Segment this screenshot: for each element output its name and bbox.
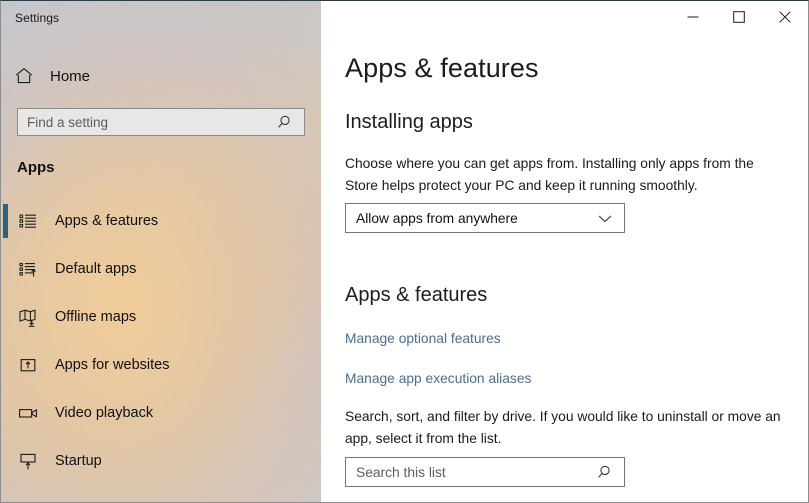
home-label: Home [50,67,91,85]
search-placeholder: Find a setting [27,114,109,130]
sidebar-group-title: Apps [17,159,55,176]
list-arrow-icon [17,258,39,280]
installing-apps-heading: Installing apps [345,111,473,133]
window-title: Settings [15,11,60,25]
monitor-arrow-up-icon [17,450,39,472]
installing-apps-description: Choose where you can get apps from. Inst… [345,156,754,193]
search-input[interactable]: Find a setting [17,108,305,136]
sidebar-item-default-apps[interactable]: Default apps [1,245,321,293]
page-title: Apps & features [345,53,539,83]
apps-features-description: Search, sort, and filter by drive. If yo… [345,409,781,446]
maximize-icon [733,11,745,23]
manage-optional-features-link[interactable]: Manage optional features [345,331,501,346]
main-content: Apps & features Installing apps Choose w… [321,1,808,502]
home-icon [14,66,34,86]
sidebar-item-offline-maps[interactable]: Offline maps [1,293,321,341]
sidebar-item-label: Offline maps [55,309,137,325]
box-arrow-up-icon [17,354,39,376]
search-icon [595,463,617,481]
selection-indicator [3,204,8,238]
list-bullets-icon [17,210,39,232]
install-source-dropdown[interactable]: Allow apps from anywhere [345,203,625,233]
sidebar-item-home[interactable]: Home [14,61,90,91]
app-list-search-input[interactable]: Search this list [345,457,625,487]
minimize-icon [687,16,699,18]
settings-window: Settings Home Find a setting Apps Apps &… [0,0,809,503]
sidebar-item-apps-for-websites[interactable]: Apps for websites [1,341,321,389]
sidebar-item-video-playback[interactable]: Video playback [1,389,321,437]
close-button[interactable] [762,1,808,33]
sidebar-item-label: Apps for websites [55,357,170,373]
sidebar-item-label: Startup [55,453,102,469]
sidebar-item-apps-features[interactable]: Apps & features [1,197,321,245]
sidebar-item-label: Video playback [55,405,154,421]
chevron-down-icon [592,211,618,225]
maximize-button[interactable] [716,1,762,33]
sidebar-item-startup[interactable]: Startup [1,437,321,485]
sidebar: Settings Home Find a setting Apps Apps &… [1,1,321,502]
sidebar-item-label: Default apps [55,261,137,277]
minimize-button[interactable] [670,1,716,33]
window-controls [670,1,808,33]
search-icon [275,113,297,131]
app-list-search-placeholder: Search this list [356,464,446,480]
sidebar-item-label: Apps & features [55,213,159,229]
map-download-icon [17,306,39,328]
install-source-value: Allow apps from anywhere [356,210,518,226]
apps-features-heading: Apps & features [345,284,488,306]
video-camera-icon [17,402,39,424]
manage-app-execution-aliases-link[interactable]: Manage app execution aliases [345,371,531,386]
close-icon [779,11,791,23]
sidebar-nav: Apps & features Default apps Offline map… [1,197,321,485]
